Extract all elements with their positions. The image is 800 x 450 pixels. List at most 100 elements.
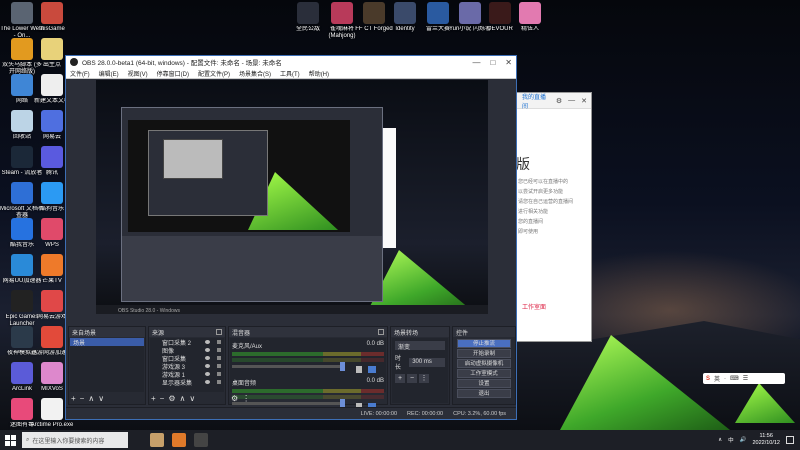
dock-close-icon[interactable]: [216, 329, 222, 335]
mixer-settings-icon[interactable]: ⚙: [231, 394, 238, 403]
background-window-line: 您已经可以在直播中的: [518, 179, 569, 185]
mixer-channels: 麦克风/Aux 0.0 dB 桌面音频 0.0 dB: [230, 338, 386, 410]
taskbar-search[interactable]: ⌕ 在这里输入你要搜索的内容: [22, 432, 128, 448]
move-down-button[interactable]: ∨: [98, 394, 104, 403]
minimize-icon[interactable]: —: [568, 97, 575, 104]
app-icon: [459, 2, 481, 24]
transition-select[interactable]: 渐变: [395, 341, 445, 351]
taskbar-app-icon[interactable]: [150, 433, 164, 447]
source-item-label: 显示器采集: [162, 380, 193, 387]
lock-icon[interactable]: [217, 380, 221, 384]
app-icon: [11, 326, 33, 348]
system-tray: ∧ 中 🔊 11:56 2022/10/12: [718, 433, 800, 447]
menu-file[interactable]: 文件(F): [70, 69, 90, 78]
desktop-icon[interactable]: 精伍人: [510, 2, 550, 40]
menu-tools[interactable]: 工具(T): [280, 69, 300, 78]
scene-item[interactable]: 场景: [70, 338, 144, 347]
remove-transition-button[interactable]: −: [407, 374, 417, 383]
start-virtual-camera-button[interactable]: 启动虚拟摄像机: [457, 359, 511, 368]
menu-edit[interactable]: 编辑(E): [99, 69, 119, 78]
dock-close-icon[interactable]: [378, 329, 384, 335]
volume-icon[interactable]: 🔊: [740, 437, 747, 443]
source-settings-icon[interactable]: ⚙: [168, 394, 175, 403]
move-up-button[interactable]: ∧: [180, 394, 186, 403]
lock-icon[interactable]: [217, 356, 221, 360]
remove-source-button[interactable]: −: [160, 394, 165, 403]
move-up-button[interactable]: ∧: [88, 394, 94, 403]
close-button[interactable]: ✕: [505, 58, 512, 67]
maximize-button[interactable]: □: [490, 58, 495, 67]
channel-db: 0.0 dB: [366, 378, 384, 384]
notification-icon[interactable]: [786, 436, 794, 444]
eye-icon[interactable]: [205, 372, 210, 376]
volume-slider[interactable]: [232, 362, 345, 371]
close-icon[interactable]: ✕: [581, 97, 587, 105]
ime-logo-icon: S: [706, 375, 711, 382]
menu-scene-collection[interactable]: 场景集合(S): [239, 69, 271, 78]
app-icon: [394, 2, 416, 24]
mixer-menu-icon[interactable]: ⋮: [242, 394, 250, 403]
obs-title-bar[interactable]: OBS 28.0.0-beta1 (64-bit, windows) - 配置文…: [66, 56, 516, 68]
clock[interactable]: 11:56 2022/10/12: [752, 433, 780, 447]
ime-menu-icon[interactable]: ☰: [743, 375, 748, 382]
eye-icon[interactable]: [205, 364, 210, 368]
nested-preview: [128, 120, 350, 232]
app-icon: [41, 182, 63, 204]
remove-scene-button[interactable]: −: [80, 394, 85, 403]
ime-toolbar[interactable]: S 英 · ⌨ ☰: [703, 373, 785, 384]
add-scene-button[interactable]: +: [71, 394, 76, 403]
start-recording-button[interactable]: 开始录制: [457, 349, 511, 358]
controls-dock: 控件 停止推流 开始录制 启动虚拟摄像机 工作室模式 设置 退出: [452, 326, 516, 405]
obs-window[interactable]: OBS 28.0.0-beta1 (64-bit, windows) - 配置文…: [65, 55, 517, 420]
lock-icon[interactable]: [217, 348, 221, 352]
exit-button[interactable]: 退出: [457, 389, 511, 398]
app-icon: [11, 290, 33, 312]
source-item[interactable]: 显示器采集: [150, 378, 224, 387]
eye-icon[interactable]: [205, 380, 210, 384]
start-button[interactable]: [0, 430, 20, 450]
clock-time: 11:56: [759, 433, 773, 439]
eye-icon[interactable]: [205, 348, 210, 352]
obs-menu-bar: 文件(F) 编辑(E) 视图(V) 停靠窗口(D) 配置文件(P) 场景集合(S…: [66, 68, 516, 79]
minimize-button[interactable]: —: [472, 58, 480, 67]
ime-punct-icon[interactable]: ·: [724, 376, 726, 382]
menu-profile[interactable]: 配置文件(P): [198, 69, 230, 78]
ime-language[interactable]: 英: [714, 374, 720, 383]
background-window-red-link[interactable]: 工作室面: [522, 302, 591, 311]
stop-streaming-button[interactable]: 停止推流: [457, 339, 511, 348]
tray-chevron-icon[interactable]: ∧: [718, 437, 722, 443]
menu-help[interactable]: 帮助(H): [309, 69, 329, 78]
clock-date: 2022/10/12: [752, 440, 780, 446]
add-source-button[interactable]: +: [151, 394, 156, 403]
taskbar-app-icon[interactable]: [194, 433, 208, 447]
obs-preview[interactable]: OBS Studio 28.0 - Windows: [96, 80, 488, 314]
add-transition-button[interactable]: +: [395, 374, 405, 383]
settings-icon[interactable]: ⚙: [556, 97, 562, 105]
eye-icon[interactable]: [205, 340, 210, 344]
duration-input[interactable]: 300 ms: [409, 357, 445, 367]
eye-icon[interactable]: [205, 356, 210, 360]
app-icon: [41, 398, 63, 420]
desktop-icon[interactable]: thisGame: [32, 2, 72, 40]
background-window[interactable]: 我的直播间 ⚙ — ✕ 版 您已经可以在直播中的 以尝试开启更多功能 请您在自己…: [505, 92, 592, 342]
ime-keyboard-icon[interactable]: ⌨: [730, 375, 739, 382]
taskbar-app-icon[interactable]: [172, 433, 186, 447]
speaker-icon[interactable]: [356, 366, 362, 373]
menu-view[interactable]: 视图(V): [128, 69, 148, 78]
app-icon: [11, 38, 33, 60]
move-down-button[interactable]: ∨: [189, 394, 195, 403]
transition-menu-button[interactable]: ⋮: [419, 374, 429, 383]
lock-icon[interactable]: [217, 340, 221, 344]
channel-settings-icon[interactable]: [368, 366, 376, 373]
tray-ime-indicator[interactable]: 中: [728, 436, 734, 444]
volume-knob[interactable]: [340, 362, 345, 371]
app-icon: [11, 2, 33, 24]
lock-icon[interactable]: [217, 364, 221, 368]
background-window-link[interactable]: 我的直播间: [522, 92, 550, 110]
menu-docks[interactable]: 停靠窗口(D): [157, 69, 189, 78]
studio-mode-button[interactable]: 工作室模式: [457, 369, 511, 378]
app-icon: [11, 74, 33, 96]
settings-button[interactable]: 设置: [457, 379, 511, 388]
background-window-line: 即可使用: [518, 229, 539, 235]
lock-icon[interactable]: [217, 372, 221, 376]
